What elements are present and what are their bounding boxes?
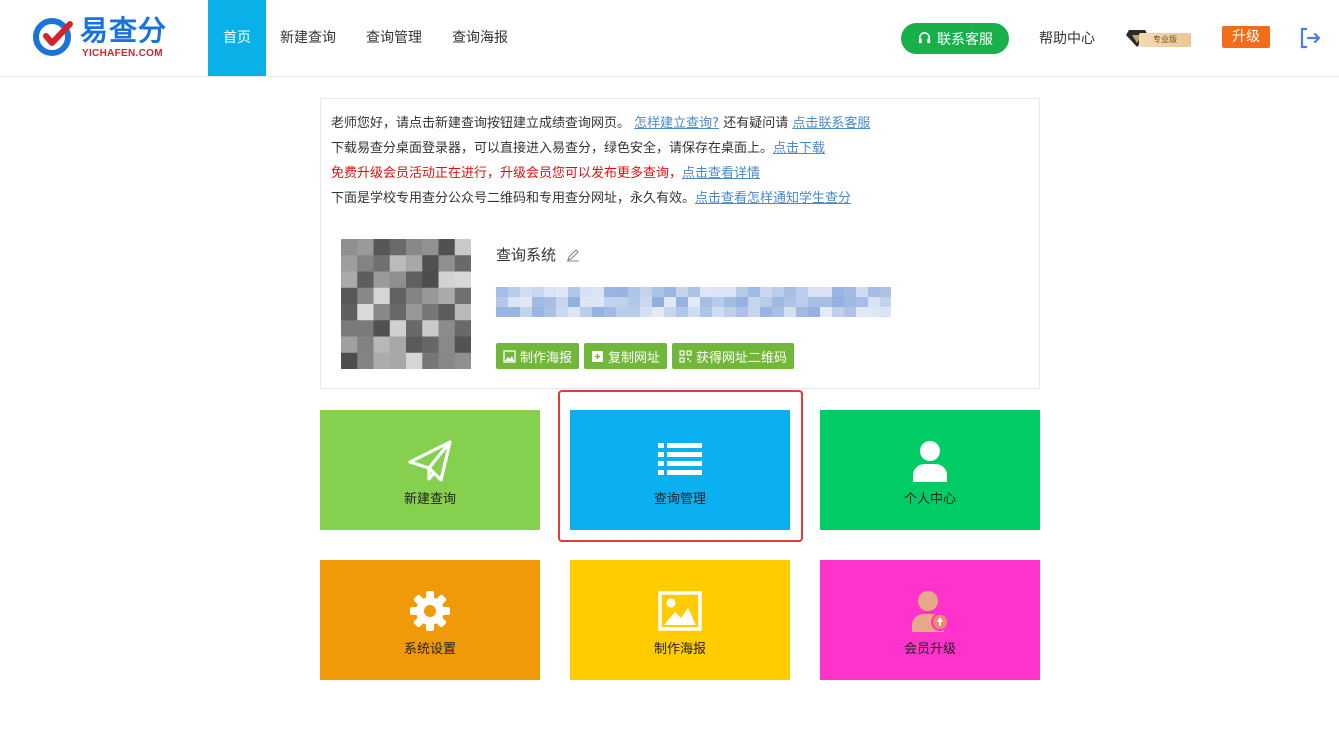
- vip-user-icon: [911, 591, 949, 632]
- make-poster-label: 制作海报: [520, 350, 573, 366]
- tile-label: 查询管理: [653, 492, 706, 507]
- tile-member-upgrade[interactable]: 会员升级: [820, 560, 1040, 680]
- contact-service-label: 联系客服: [937, 31, 993, 48]
- logo-icon: [33, 18, 73, 56]
- notice-line-4-text: 下面是学校专用查分公众号二维码和专用查分网址，永久有效。: [331, 191, 696, 206]
- site-title: 查询系统: [496, 244, 580, 265]
- tile-label: 新建查询: [403, 492, 456, 507]
- headset-icon: [918, 32, 931, 44]
- nav-query-poster[interactable]: 查询海报: [437, 0, 523, 76]
- tile-make-poster[interactable]: 制作海报: [570, 560, 790, 680]
- tile-label: 会员升级: [903, 642, 956, 657]
- how-to-create-link[interactable]: 怎样建立查询?: [634, 116, 719, 131]
- vip-badge[interactable]: 专业版: [1125, 25, 1193, 51]
- main-nav: 首页 新建查询 查询管理 查询海报: [208, 0, 523, 76]
- site-url-blurred[interactable]: [496, 287, 891, 317]
- notice-line-3: 免费升级会员活动正在进行，升级会员您可以发布更多查询，点击查看详情: [331, 161, 870, 186]
- upgrade-button[interactable]: 升级: [1222, 26, 1270, 48]
- tile-system-settings[interactable]: 系统设置: [320, 560, 540, 680]
- nav-query-manage[interactable]: 查询管理: [351, 0, 437, 76]
- qrcode-icon: [679, 349, 692, 363]
- site-title-text: 查询系统: [496, 246, 557, 264]
- gear-icon: [410, 591, 450, 631]
- tile-label: 制作海报: [653, 642, 706, 657]
- paper-plane-icon: [408, 440, 452, 482]
- notice-line-4: 下面是学校专用查分公众号二维码和专用查分网址，永久有效。点击查看怎样通知学生查分: [331, 186, 870, 211]
- notice-line-1: 老师您好，请点击新建查询按钮建立成绩查询网页。 怎样建立查询? 还有疑问请 点击…: [331, 111, 870, 136]
- nav-home[interactable]: 首页: [208, 0, 266, 76]
- tile-personal-center[interactable]: 个人中心: [820, 410, 1040, 530]
- list-icon: [658, 443, 702, 475]
- notify-students-link[interactable]: 点击查看怎样通知学生查分: [695, 191, 851, 206]
- vip-label: 专业版: [1139, 33, 1191, 47]
- info-panel: 老师您好，请点击新建查询按钮建立成绩查询网页。 怎样建立查询? 还有疑问请 点击…: [320, 98, 1040, 389]
- brand-name: 易查分: [80, 14, 168, 47]
- site-logo[interactable]: 易查分 YICHAFEN.COM: [32, 12, 182, 64]
- copy-url-label: 复制网址: [608, 350, 661, 366]
- notice-text: 老师您好，请点击新建查询按钮建立成绩查询网页。 怎样建立查询? 还有疑问请 点击…: [331, 111, 870, 211]
- top-header: 易查分 YICHAFEN.COM 首页 新建查询 查询管理 查询海报 联系客服 …: [0, 0, 1339, 77]
- tile-query-manage[interactable]: 查询管理: [570, 410, 790, 530]
- notice-line-1-text: 老师您好，请点击新建查询按钮建立成绩查询网页。: [331, 116, 631, 131]
- image-icon: [503, 349, 516, 363]
- contact-service-button[interactable]: 联系客服: [901, 23, 1009, 54]
- view-details-link[interactable]: 点击查看详情: [682, 166, 760, 181]
- contact-service-link[interactable]: 点击联系客服: [792, 116, 870, 131]
- notice-line-2-text: 下载易查分桌面登录器，可以直接进入易查分，绿色安全，请保存在桌面上。: [331, 141, 774, 156]
- brand-domain: YICHAFEN.COM: [82, 48, 163, 59]
- site-actions: 制作海报 复制网址 获得网址二维码: [496, 343, 795, 369]
- get-qrcode-label: 获得网址二维码: [696, 350, 788, 366]
- tile-new-query[interactable]: 新建查询: [320, 410, 540, 530]
- image-icon: [658, 591, 702, 631]
- notice-line-3-text: 免费升级会员活动正在进行，升级会员您可以发布更多查询，: [331, 166, 683, 181]
- help-center-link[interactable]: 帮助中心: [1039, 28, 1095, 48]
- notice-line-2: 下载易查分桌面登录器，可以直接进入易查分，绿色安全，请保存在桌面上。点击下载: [331, 136, 870, 161]
- logout-icon[interactable]: [1298, 26, 1322, 50]
- tile-label: 系统设置: [403, 642, 456, 657]
- download-link[interactable]: 点击下载: [773, 141, 825, 156]
- tile-label: 个人中心: [903, 492, 956, 507]
- nav-new-query[interactable]: 新建查询: [266, 0, 351, 76]
- user-icon: [912, 441, 948, 482]
- notice-line-1-mid: 还有疑问请: [723, 116, 789, 131]
- edit-icon[interactable]: [566, 248, 580, 262]
- make-poster-button[interactable]: 制作海报: [496, 343, 580, 369]
- get-qrcode-button[interactable]: 获得网址二维码: [672, 343, 795, 369]
- copy-url-button[interactable]: 复制网址: [584, 343, 668, 369]
- qr-code-image: [341, 239, 471, 369]
- copy-icon: [592, 350, 604, 362]
